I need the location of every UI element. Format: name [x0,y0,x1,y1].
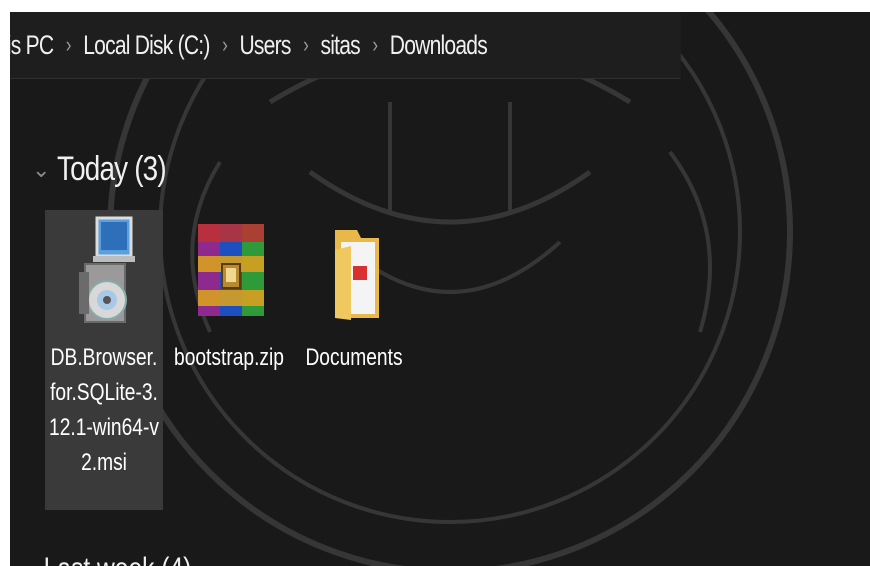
winrar-archive-icon [170,210,288,330]
chevron-down-icon[interactable]: ⌄ [32,157,50,183]
breadcrumb-this-pc[interactable]: his PC [10,30,56,61]
breadcrumb-separator-icon[interactable]: › [363,32,387,58]
file-item-db-browser[interactable]: DB.Browser.for.SQLite-3.12.1-win64-v2.ms… [45,210,163,510]
chevron-right-icon[interactable]: › [30,561,35,566]
file-name: DB.Browser.for.SQLite-3.12.1-win64-v2.ms… [49,344,159,476]
breadcrumb-sitas[interactable]: sitas [317,30,363,61]
file-item-bootstrap-zip[interactable]: bootstrap.zip [170,210,288,375]
breadcrumb-separator-icon[interactable]: › [56,32,80,58]
explorer-window: his PC › Local Disk (C:) › Users › sitas… [10,12,870,566]
breadcrumb-users[interactable]: Users [236,30,293,61]
group-label: Last week (4) [44,552,192,566]
breadcrumb-local-disk[interactable]: Local Disk (C:) [80,30,213,61]
breadcrumb-separator-icon[interactable]: › [213,32,237,58]
file-name: bootstrap.zip [174,344,284,371]
file-item-documents[interactable]: Documents [295,210,413,375]
file-name: Documents [305,344,403,371]
group-label: Today (3) [57,150,167,188]
group-header-last-week[interactable]: › Last week (4) [30,552,191,566]
breadcrumb-downloads[interactable]: Downloads [387,30,490,61]
folder-icon [295,210,413,330]
address-bar[interactable]: his PC › Local Disk (C:) › Users › sitas… [10,12,681,79]
group-header-today[interactable]: ⌄ Today (3) [32,150,190,189]
installer-icon [45,210,163,330]
breadcrumb-separator-icon[interactable]: › [294,32,318,58]
